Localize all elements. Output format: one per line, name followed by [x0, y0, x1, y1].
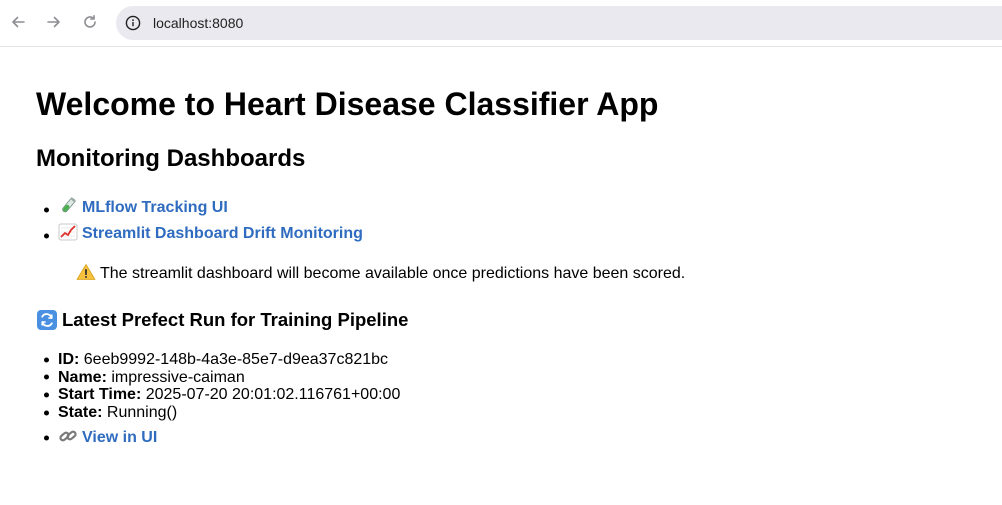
view-in-ui-item: View in UI: [58, 427, 400, 449]
run-start-value: 2025-07-20 20:01:02.116761+00:00: [145, 386, 401, 404]
run-start-item: Start Time: 2025-07-20 20:01:02.116761+0…: [58, 386, 400, 404]
run-state-label: State:: [58, 403, 103, 421]
link-icon: [58, 427, 78, 445]
forward-arrow-icon[interactable]: [44, 12, 64, 32]
back-arrow-icon[interactable]: [8, 12, 28, 32]
view-in-ui-link[interactable]: View in UI: [82, 429, 157, 446]
refresh-icon: [36, 310, 58, 330]
run-id-item: ID: 6eeb9992-148b-4a3e-85e7-d9ea37c821bc: [58, 351, 400, 369]
reload-icon[interactable]: [80, 12, 100, 32]
prefect-run-heading-text: Latest Prefect Run for Training Pipeline: [62, 309, 409, 330]
run-state-value: Running(): [106, 403, 178, 421]
monitoring-heading: Monitoring Dashboards: [36, 145, 306, 172]
note-text: The streamlit dashboard will become avai…: [100, 265, 686, 282]
run-name-item: Name: impressive-caiman: [58, 369, 400, 387]
list-item: Streamlit Dashboard Drift Monitoring: [58, 223, 363, 249]
chart-increasing-icon: [58, 223, 78, 241]
site-info-icon[interactable]: [124, 14, 142, 32]
warning-icon: [76, 263, 96, 281]
run-start-label: Start Time:: [58, 386, 142, 404]
dashboard-list: MLflow Tracking UI Streamlit Dashboard D…: [58, 197, 363, 249]
page-title: Welcome to Heart Disease Classifier App: [36, 86, 659, 122]
streamlit-link[interactable]: Streamlit Dashboard Drift Monitoring: [82, 225, 363, 242]
availability-note: The streamlit dashboard will become avai…: [76, 263, 685, 285]
url-text[interactable]: localhost:8080: [153, 15, 243, 31]
test-tube-icon: [58, 197, 78, 215]
browser-toolbar: localhost:8080: [0, 0, 1002, 47]
run-state-item: State: Running(): [58, 404, 400, 422]
prefect-run-heading: Latest Prefect Run for Training Pipeline: [36, 309, 408, 331]
list-item: MLflow Tracking UI: [58, 197, 363, 223]
mlflow-link[interactable]: MLflow Tracking UI: [82, 199, 228, 216]
run-name-value: impressive-caiman: [111, 368, 245, 386]
address-bar[interactable]: localhost:8080: [116, 6, 1002, 40]
run-id-value: 6eeb9992-148b-4a3e-85e7-d9ea37c821bc: [83, 351, 389, 368]
run-name-label: Name:: [58, 368, 107, 386]
run-id-label: ID:: [58, 351, 80, 368]
run-details-list: ID: 6eeb9992-148b-4a3e-85e7-d9ea37c821bc…: [58, 351, 400, 449]
